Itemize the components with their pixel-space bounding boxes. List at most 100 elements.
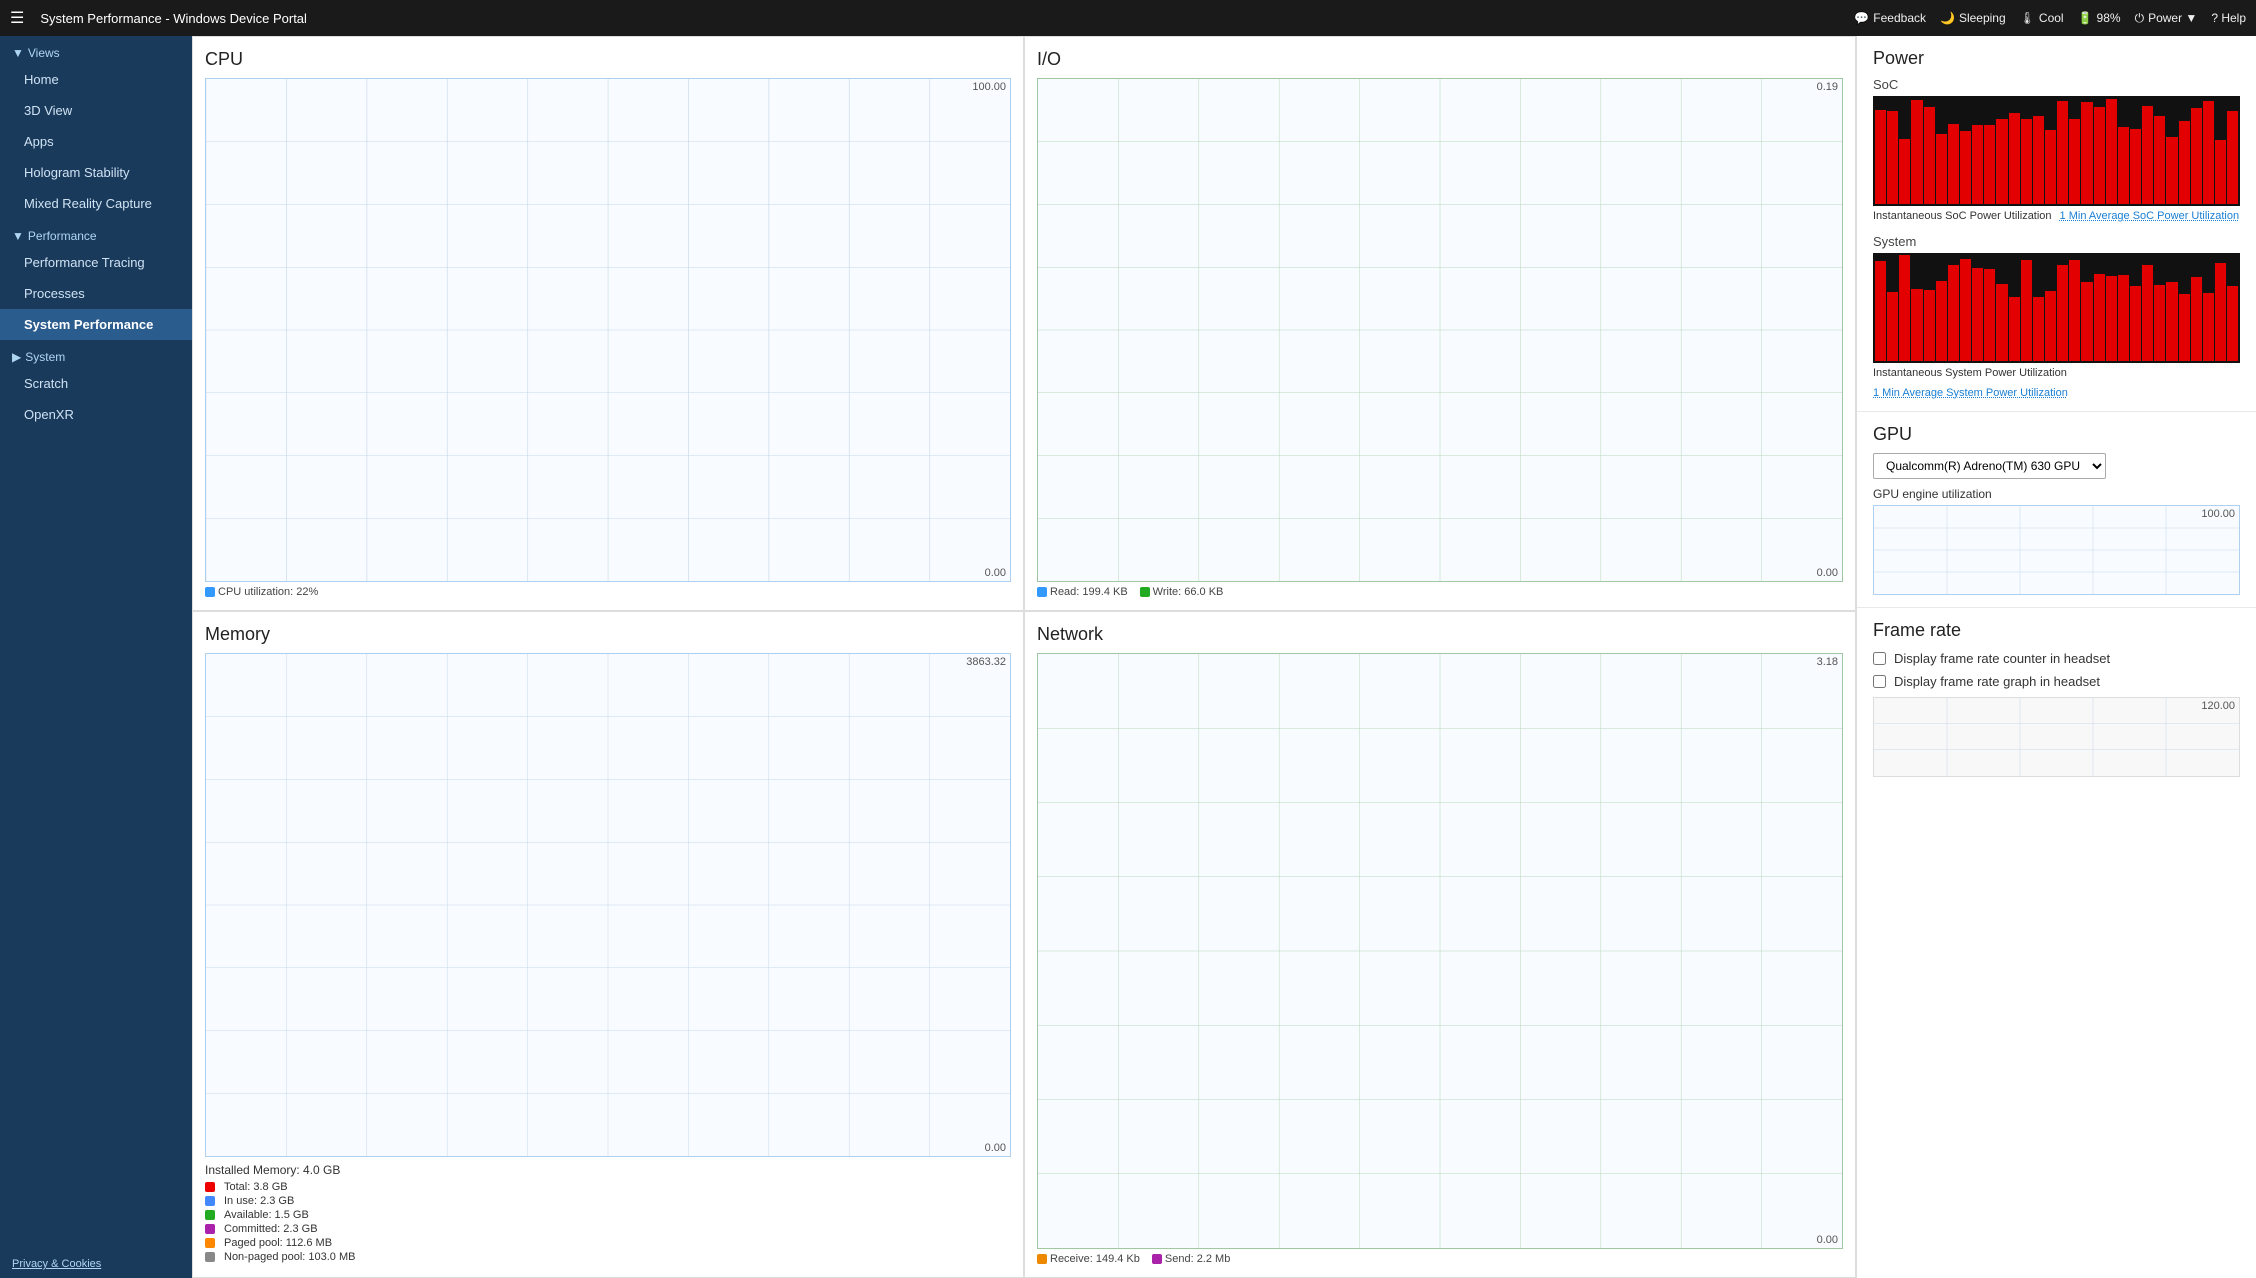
charts-area: CPU 100.00	[192, 36, 1856, 1278]
soc-power-chart	[1873, 96, 2240, 206]
system-power-legend: Instantaneous System Power Utilization 1…	[1873, 367, 2240, 399]
framerate-graph-row: Display frame rate graph in headset	[1873, 674, 2240, 689]
memory-installed: Installed Memory: 4.0 GB	[205, 1163, 1011, 1177]
framerate-graph-label: Display frame rate graph in headset	[1894, 674, 2100, 689]
views-arrow-icon: ▼	[12, 46, 24, 60]
frame-rate-title: Frame rate	[1873, 620, 2240, 641]
framerate-counter-row: Display frame rate counter in headset	[1873, 651, 2240, 666]
power-button[interactable]: ⏻ Power ▼	[2135, 11, 2198, 26]
soc-instant-label: Instantaneous SoC Power Utilization	[1873, 210, 2052, 222]
sidebar-section-views[interactable]: ▼ Views	[0, 36, 192, 64]
help-label: ? Help	[2211, 11, 2246, 25]
feedback-icon: 💬	[1854, 11, 1869, 25]
io-bottom-val: 0.00	[1817, 567, 1838, 579]
cpu-title: CPU	[205, 49, 1011, 70]
sidebar: ◀ ▼ Views Home 3D View Apps Hologram Sta…	[0, 36, 192, 1278]
sidebar-item-mixed-reality-capture[interactable]: Mixed Reality Capture	[0, 188, 192, 219]
framerate-counter-label: Display frame rate counter in headset	[1894, 651, 2110, 666]
network-panel: Network 3.18	[1024, 611, 1856, 1278]
network-bottom-val: 0.00	[1817, 1234, 1838, 1246]
power-title: Power	[1873, 48, 2240, 69]
sidebar-item-hologram-stability[interactable]: Hologram Stability	[0, 157, 192, 188]
sleeping-label: Sleeping	[1959, 11, 2006, 25]
cool-icon: 🌡	[2020, 11, 2035, 25]
soc-power-legend: Instantaneous SoC Power Utilization 1 Mi…	[1873, 210, 2240, 222]
sleeping-icon: 🌙	[1940, 11, 1955, 25]
cpu-bottom-val: 0.00	[985, 567, 1006, 579]
cpu-panel: CPU 100.00	[192, 36, 1024, 611]
feedback-button[interactable]: 💬 Feedback	[1854, 11, 1926, 25]
gpu-title: GPU	[1873, 424, 2240, 445]
content-area: CPU 100.00	[192, 36, 2256, 1278]
performance-arrow-icon: ▼	[12, 229, 24, 243]
frame-rate-section: Frame rate Display frame rate counter in…	[1857, 608, 2256, 789]
cpu-legend: CPU utilization: 22%	[205, 586, 1011, 598]
gpu-section: GPU Qualcomm(R) Adreno(TM) 630 GPU GPU e…	[1857, 412, 2256, 608]
cpu-grid-svg	[206, 79, 1010, 581]
system-power-label: System	[1873, 234, 2240, 249]
system-power-bars	[1873, 253, 2240, 363]
io-panel: I/O 0.19	[1024, 36, 1856, 611]
sidebar-section-system[interactable]: ▶ System	[0, 340, 192, 368]
cool-label: Cool	[2039, 11, 2064, 25]
sidebar-section-performance[interactable]: ▼ Performance	[0, 219, 192, 247]
cpu-chart: 100.00	[205, 78, 1011, 582]
gpu-selector[interactable]: Qualcomm(R) Adreno(TM) 630 GPU	[1873, 453, 2106, 479]
network-legend: Receive: 149.4 Kb Send: 2.2 Mb	[1037, 1253, 1843, 1265]
help-button[interactable]: ? Help	[2211, 11, 2246, 25]
gpu-engine-label: GPU engine utilization	[1873, 487, 2240, 501]
battery-status: 🔋 98%	[2078, 11, 2121, 25]
memory-legend: Installed Memory: 4.0 GB Total: 3.8 GB I…	[205, 1163, 1011, 1265]
memory-grid-svg	[206, 654, 1010, 1156]
sidebar-item-scratch[interactable]: Scratch	[0, 368, 192, 399]
framerate-top-val: 120.00	[2201, 700, 2235, 712]
right-panel: Power SoC Instantaneous SoC Power Utiliz…	[1856, 36, 2256, 1278]
memory-panel: Memory 3863.32	[192, 611, 1024, 1278]
cool-button[interactable]: 🌡 Cool	[2020, 11, 2064, 25]
sidebar-collapse-button[interactable]: ◀	[190, 641, 192, 673]
system-power-chart	[1873, 253, 2240, 363]
sidebar-item-3dview[interactable]: 3D View	[0, 95, 192, 126]
framerate-graph-checkbox[interactable]	[1873, 675, 1886, 688]
sleeping-button[interactable]: 🌙 Sleeping	[1940, 11, 2006, 25]
sidebar-item-processes[interactable]: Processes	[0, 278, 192, 309]
fr-grid-svg	[1874, 698, 2239, 776]
page-title: System Performance - Windows Device Port…	[40, 11, 1846, 26]
power-section: Power SoC Instantaneous SoC Power Utiliz…	[1857, 36, 2256, 412]
memory-chart: 3863.32	[205, 653, 1011, 1157]
io-title: I/O	[1037, 49, 1843, 70]
io-legend: Read: 199.4 KB Write: 66.0 KB	[1037, 586, 1843, 598]
soc-label: SoC	[1873, 77, 2240, 92]
sidebar-item-home[interactable]: Home	[0, 64, 192, 95]
feedback-label: Feedback	[1873, 11, 1926, 25]
soc-avg-label[interactable]: 1 Min Average SoC Power Utilization	[2060, 210, 2240, 222]
soc-power-bars	[1873, 96, 2240, 206]
sidebar-item-system-performance[interactable]: System Performance	[0, 309, 192, 340]
system-label: System	[25, 350, 65, 364]
memory-bottom-val: 0.00	[985, 1142, 1006, 1154]
sidebar-item-openxr[interactable]: OpenXR	[0, 399, 192, 430]
sidebar-item-apps[interactable]: Apps	[0, 126, 192, 157]
power-label: Power ▼	[2148, 11, 2197, 25]
network-grid-svg	[1038, 654, 1842, 1248]
sys-avg-label[interactable]: 1 Min Average System Power Utilization	[1873, 387, 2068, 399]
main-layout: ◀ ▼ Views Home 3D View Apps Hologram Sta…	[0, 36, 2256, 1278]
io-grid-svg	[1038, 79, 1842, 581]
hamburger-menu[interactable]: ☰	[10, 8, 24, 28]
power-icon: ⏻	[2135, 11, 2145, 26]
titlebar: ☰ System Performance - Windows Device Po…	[0, 0, 2256, 36]
sidebar-item-performance-tracing[interactable]: Performance Tracing	[0, 247, 192, 278]
system-arrow-icon: ▶	[12, 350, 21, 364]
gpu-grid-svg	[1874, 506, 2239, 594]
framerate-chart: 120.00	[1873, 697, 2240, 777]
io-chart: 0.19	[1037, 78, 1843, 582]
gpu-chart: 100.00	[1873, 505, 2240, 595]
memory-title: Memory	[205, 624, 1011, 645]
gpu-top-val: 100.00	[2201, 508, 2235, 520]
sys-instant-label: Instantaneous System Power Utilization	[1873, 367, 2067, 379]
privacy-cookies-link[interactable]: Privacy & Cookies	[0, 1250, 192, 1278]
performance-label: Performance	[28, 229, 97, 243]
framerate-counter-checkbox[interactable]	[1873, 652, 1886, 665]
titlebar-actions: 💬 Feedback 🌙 Sleeping 🌡 Cool 🔋 98% ⏻ Pow…	[1854, 11, 2246, 26]
battery-icon: 🔋	[2078, 11, 2093, 25]
